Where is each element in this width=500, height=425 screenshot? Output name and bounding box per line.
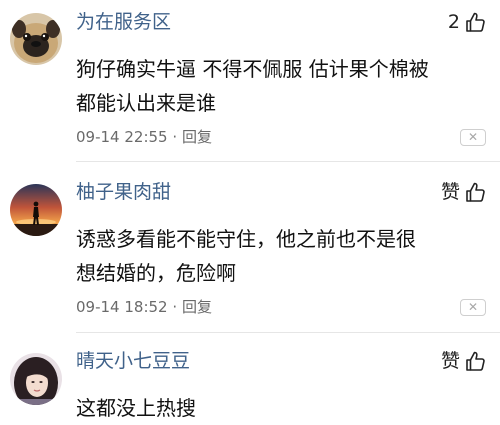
comment-text: 狗仔确实牛逼 不得不佩服 估计果个棉被 都能认出来是谁 (76, 52, 476, 120)
like-button[interactable]: 2 (448, 9, 486, 35)
comment-list: 为在服务区 2 狗仔确实牛逼 不得不佩服 估计果个棉被 都能认出来是谁 09-1… (0, 0, 500, 425)
comment-text-line: 诱惑多看能不能守住，他之前也不是很 (76, 227, 416, 251)
comment-date: 09-14 22:55 (76, 128, 168, 146)
comment-text-line: 这都没上热搜 (76, 396, 196, 420)
comment-item: 柚子果肉甜 赞 诱惑多看能不能守住，他之前也不是很 想结婚的，危险啊 09-14… (0, 162, 500, 332)
meta-separator: · (172, 128, 178, 146)
avatar[interactable] (10, 184, 62, 236)
like-label: 赞 (440, 181, 460, 203)
thumbs-up-icon (464, 350, 486, 372)
comment-meta: 09-14 22:55 · 回复 (76, 127, 212, 147)
reply-button[interactable]: 回复 (182, 298, 212, 316)
close-icon[interactable]: ✕ (460, 129, 486, 146)
pug-dog-avatar (10, 13, 62, 65)
like-button[interactable]: 赞 (441, 179, 486, 205)
sunset-silhouette-avatar (10, 184, 62, 236)
comment-meta: 09-14 18:52 · 回复 (76, 297, 212, 317)
close-icon[interactable]: ✕ (460, 299, 486, 316)
comment-text: 这都没上热搜 (76, 391, 476, 425)
comment-item: 为在服务区 2 狗仔确实牛逼 不得不佩服 估计果个棉被 都能认出来是谁 09-1… (0, 0, 500, 160)
username[interactable]: 晴天小七豆豆 (76, 349, 190, 373)
comment-item: 晴天小七豆豆 赞 这都没上热搜 (0, 333, 500, 425)
meta-separator: · (172, 298, 178, 316)
reply-button[interactable]: 回复 (182, 128, 212, 146)
comment-text-line: 都能认出来是谁 (76, 91, 216, 115)
comment-text-line: 狗仔确实牛逼 不得不佩服 估计果个棉被 (76, 57, 429, 81)
like-count: 2 (447, 11, 460, 33)
girl-portrait-avatar (10, 353, 62, 405)
thumbs-up-icon (464, 11, 486, 33)
username[interactable]: 为在服务区 (76, 10, 171, 34)
username[interactable]: 柚子果肉甜 (76, 180, 171, 204)
like-button[interactable]: 赞 (441, 348, 486, 374)
comment-text-line: 想结婚的，危险啊 (76, 261, 236, 285)
avatar[interactable] (10, 353, 62, 405)
thumbs-up-icon (464, 181, 486, 203)
like-label: 赞 (440, 350, 460, 372)
comment-text: 诱惑多看能不能守住，他之前也不是很 想结婚的，危险啊 (76, 222, 476, 290)
comment-date: 09-14 18:52 (76, 298, 168, 316)
avatar[interactable] (10, 13, 62, 65)
